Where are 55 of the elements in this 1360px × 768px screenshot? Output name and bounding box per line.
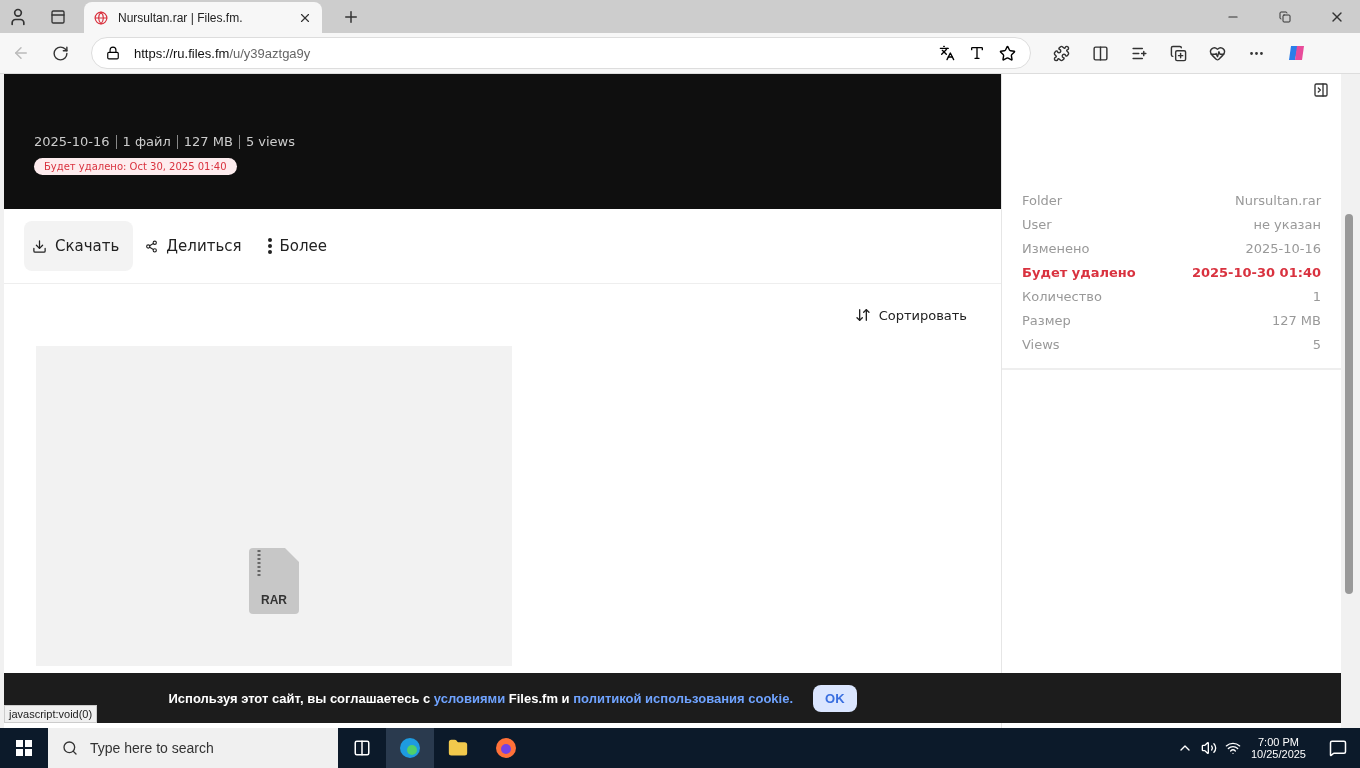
collections-icon[interactable]	[1170, 44, 1187, 62]
browser-icon[interactable]	[386, 728, 434, 768]
search-icon	[62, 740, 78, 756]
more-icon	[267, 238, 272, 254]
detail-value: 1	[1312, 288, 1321, 304]
tab-actions-icon[interactable]	[50, 8, 66, 25]
star-icon[interactable]	[999, 44, 1016, 62]
download-button[interactable]: Скачать	[24, 221, 134, 271]
policy-link[interactable]: условиями	[433, 690, 506, 706]
lock-icon[interactable]	[106, 46, 120, 60]
meta-text: 1 файл	[122, 134, 171, 149]
sort-button[interactable]: Сортировать	[848, 306, 973, 324]
browser-tab[interactable]: Nursultan.rar | Files.fm.	[84, 2, 322, 33]
download-icon	[32, 238, 47, 254]
detail-label: Количество	[1022, 288, 1102, 304]
puzzle-icon[interactable]	[1053, 44, 1070, 62]
collapse-panel-icon[interactable]	[1313, 82, 1329, 98]
meta-text: 127 MB	[183, 134, 233, 149]
split-screen-icon[interactable]	[1092, 44, 1109, 62]
detail-value: 2025-10-16	[1245, 240, 1321, 256]
detail-label: Размер	[1022, 312, 1071, 328]
detail-value: 2025-10-30 01:40	[1191, 264, 1321, 280]
cookie-notice: Используя этот сайт, вы соглашаетесь с условиями Files.fm и политикой использования cookie.	[168, 690, 794, 706]
heart-pulse-icon[interactable]	[1209, 44, 1226, 62]
clock-time[interactable]: 7:00 PM	[1258, 736, 1299, 748]
archive-file-icon: RAR	[249, 548, 299, 614]
detail-label: Будет удалено	[1022, 264, 1136, 280]
detail-label: Изменено	[1022, 240, 1090, 256]
profile-icon[interactable]	[8, 6, 28, 27]
detail-value: не указан	[1253, 216, 1321, 232]
status-url: javascript:void(0)	[4, 705, 98, 723]
detail-value: 5	[1312, 336, 1321, 352]
file-tile[interactable]: RAR	[36, 346, 512, 666]
share-icon	[145, 239, 159, 253]
share-button[interactable]: Делиться	[137, 221, 256, 271]
detail-value: 127 MB	[1271, 312, 1321, 328]
reload-icon[interactable]	[52, 44, 69, 62]
volume-icon[interactable]	[1200, 740, 1217, 756]
sort-icon	[854, 307, 871, 323]
deletion-badge: Будет удалено: Oct 30, 2025 01:40	[34, 158, 237, 175]
clock-date[interactable]: 10/25/2025	[1250, 748, 1306, 760]
meta-text: 2025-10-16	[34, 134, 110, 149]
translate-icon[interactable]	[939, 45, 955, 61]
taskbar-search-field[interactable]: Type here to search	[48, 728, 338, 768]
ok-button[interactable]: OK	[813, 684, 857, 712]
detail-label: Folder	[1022, 192, 1063, 208]
address-field[interactable]: https://ru.files.fm/u/y39aztga9y	[91, 37, 1031, 69]
detail-label: User	[1022, 216, 1052, 232]
network-icon[interactable]	[1224, 740, 1241, 756]
detail-value: Nursultan.rar	[1234, 192, 1321, 208]
detail-label: Views	[1022, 336, 1060, 352]
policy-link[interactable]: политикой использования cookie.	[573, 690, 794, 706]
read-aloud-icon[interactable]	[969, 45, 985, 61]
meta-text: 5 views	[245, 134, 296, 149]
more-button[interactable]: Более	[259, 221, 341, 271]
